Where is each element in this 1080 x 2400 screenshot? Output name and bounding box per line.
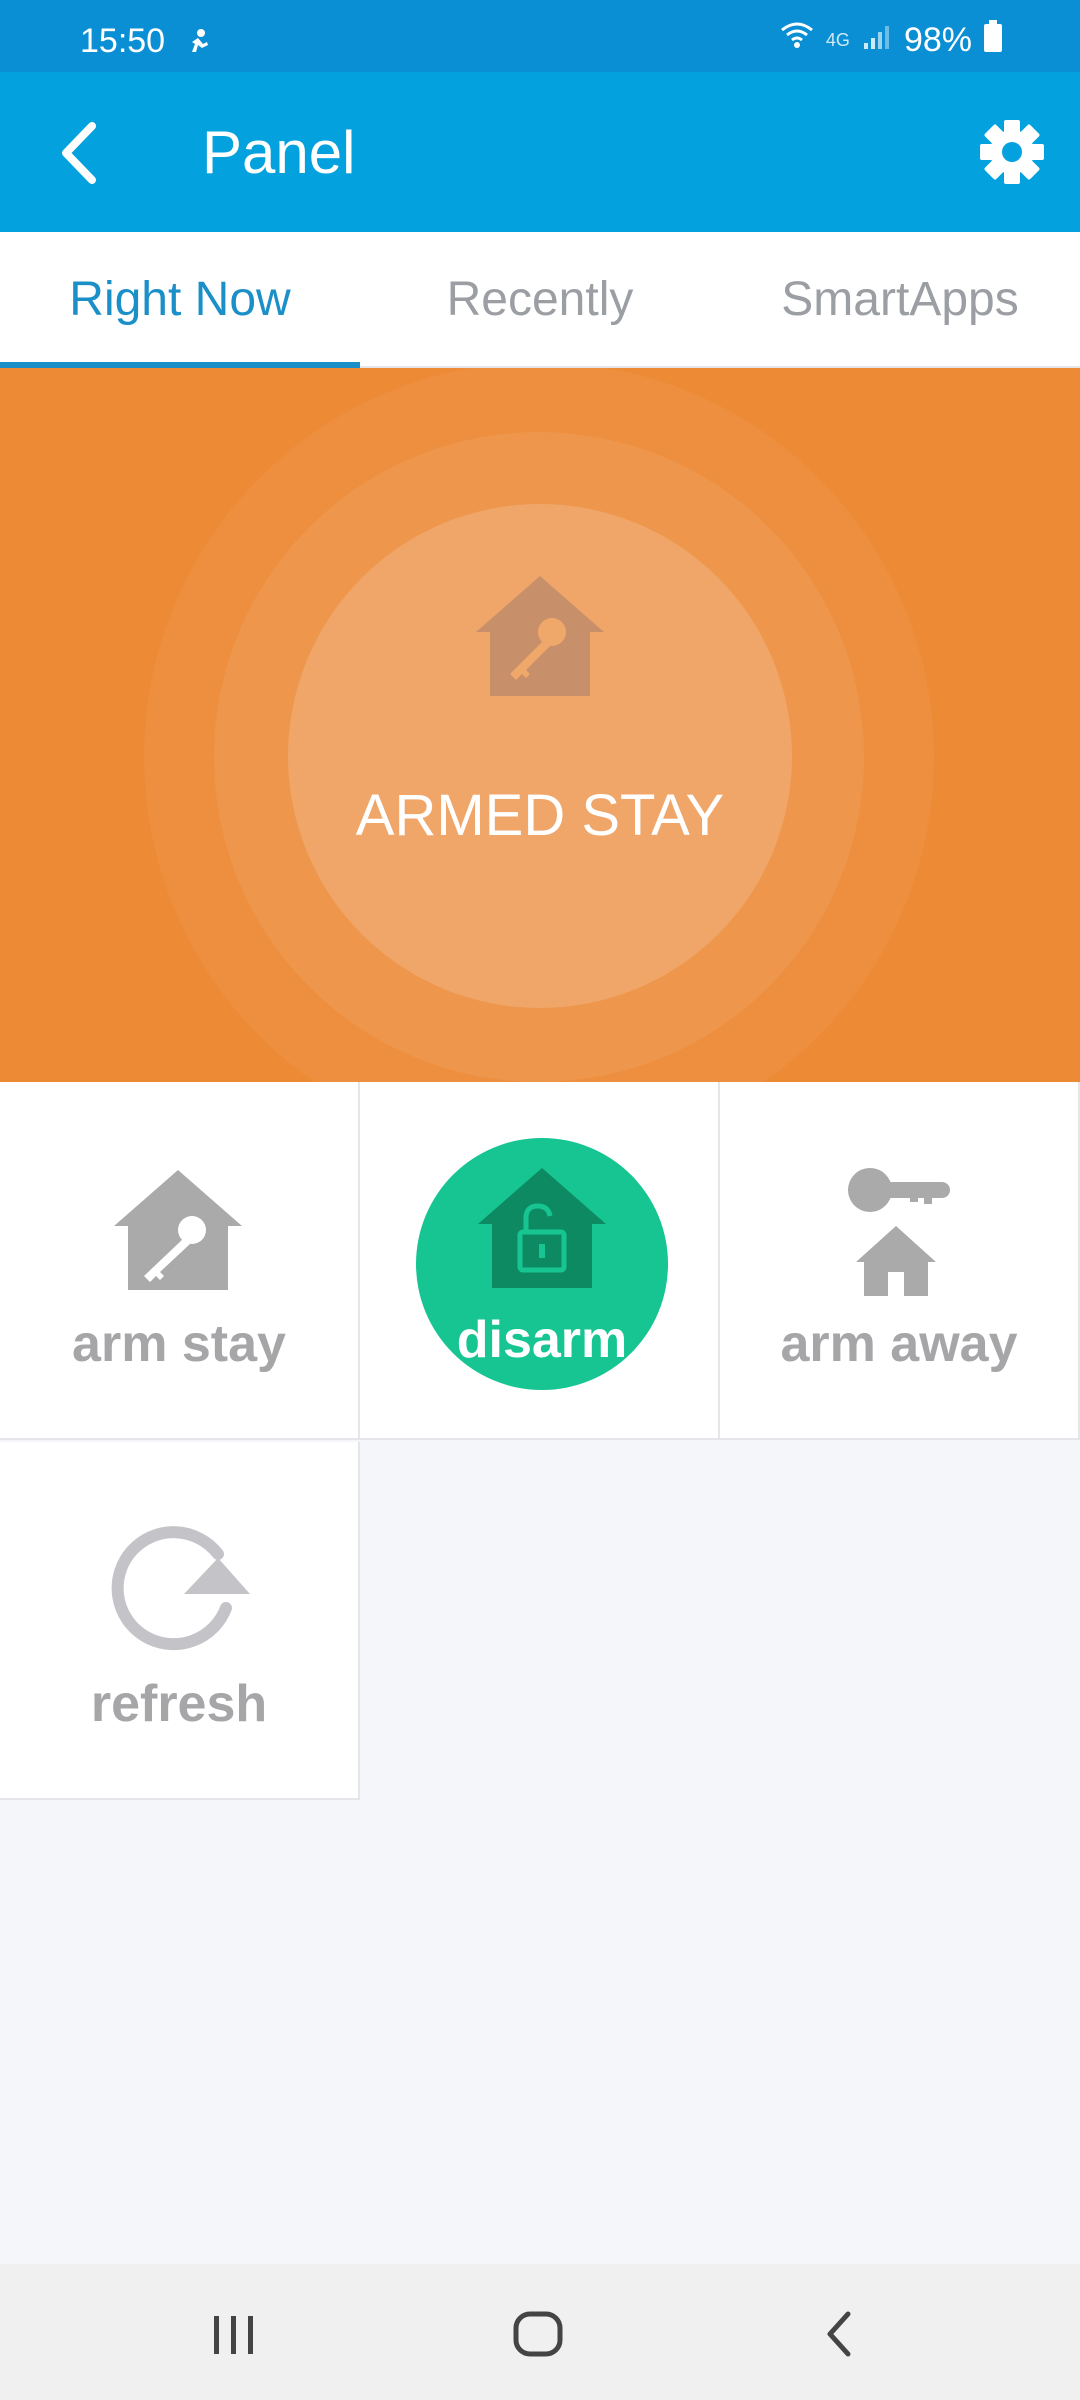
refresh-icon	[111, 1526, 250, 1651]
wifi-icon	[780, 20, 814, 61]
home-icon	[513, 2311, 563, 2357]
chevron-left-icon	[62, 122, 96, 184]
signal-icon	[862, 21, 892, 60]
alarm-status-panel: ARMED STAY	[0, 368, 1080, 1082]
status-bar: 15:50 4G 98%	[0, 0, 1080, 72]
tab-smartapps[interactable]: SmartApps	[720, 232, 1080, 366]
arm-away-label: arm away	[780, 1315, 1018, 1373]
settings-button[interactable]	[978, 118, 1046, 186]
key-house-icon	[848, 1168, 950, 1296]
refresh-label: refresh	[90, 1675, 268, 1733]
tab-bar: Right Now Recently SmartApps	[0, 232, 1080, 368]
network-type: 4G	[825, 30, 850, 50]
refresh-button[interactable]: refresh	[0, 1442, 360, 1800]
home-button[interactable]	[508, 2304, 568, 2364]
house-key-icon	[114, 1170, 242, 1290]
status-right: 4G 98%	[780, 20, 1002, 61]
back-icon	[827, 2311, 851, 2357]
tab-recently[interactable]: Recently	[360, 232, 720, 366]
status-time: 15:50	[80, 22, 166, 60]
house-key-icon	[476, 576, 604, 696]
battery-percent: 98%	[903, 21, 972, 59]
arm-away-button[interactable]: arm away	[720, 1082, 1080, 1440]
notification-icon	[188, 28, 210, 61]
app-bar: Panel	[0, 72, 1080, 232]
recent-apps-icon	[214, 2316, 253, 2354]
arm-stay-button[interactable]: arm stay	[0, 1082, 360, 1440]
disarm-button[interactable]: disarm	[360, 1082, 720, 1440]
system-nav-bar	[0, 2264, 1080, 2400]
disarm-label: disarm	[456, 1311, 628, 1369]
arm-stay-label: arm stay	[72, 1315, 286, 1373]
disarm-highlight: disarm	[416, 1138, 668, 1390]
gear-icon	[980, 120, 1044, 184]
page-title: Panel	[202, 119, 356, 186]
nav-back-button[interactable]	[810, 2304, 870, 2364]
back-button[interactable]	[56, 118, 106, 188]
battery-icon	[984, 20, 1002, 61]
tab-right-now[interactable]: Right Now	[0, 232, 360, 368]
recent-apps-button[interactable]	[204, 2304, 264, 2364]
alarm-status-text: ARMED STAY	[355, 783, 725, 848]
house-unlock-icon	[478, 1168, 606, 1288]
